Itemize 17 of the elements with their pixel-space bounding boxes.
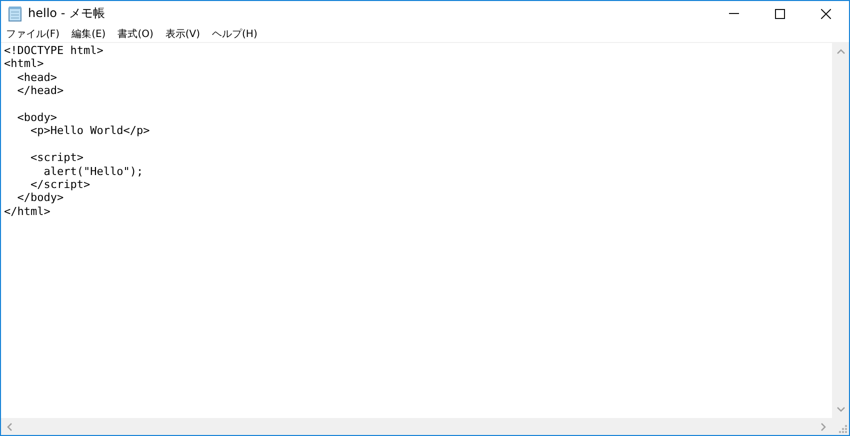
menu-item[interactable]: ファイル(F) bbox=[5, 27, 61, 41]
scroll-left-icon[interactable] bbox=[7, 422, 12, 430]
menu-item[interactable]: 書式(O) bbox=[116, 27, 154, 41]
scroll-up-icon[interactable] bbox=[836, 49, 844, 54]
close-icon[interactable] bbox=[821, 8, 831, 18]
vertical-scrollbar[interactable] bbox=[832, 43, 849, 418]
menu-item[interactable]: ヘルプ(H) bbox=[211, 27, 258, 41]
menu-item[interactable]: 表示(V) bbox=[164, 27, 202, 41]
resize-grip-icon[interactable] bbox=[838, 424, 847, 433]
horizontal-scrollbar[interactable] bbox=[1, 418, 832, 435]
text-editor[interactable]: <!DOCTYPE html> <html> <head> </head> <body> <p>Hello World</p> <script> alert("Hello"); </script> </body> </html> bbox=[1, 43, 832, 418]
menu-item[interactable]: 編集(E) bbox=[70, 27, 107, 41]
window-title: hello - メモ帳 bbox=[28, 5, 105, 22]
scroll-down-icon[interactable] bbox=[836, 407, 844, 412]
notepad-icon bbox=[8, 6, 22, 22]
maximize-icon[interactable] bbox=[775, 8, 785, 18]
scroll-right-icon[interactable] bbox=[821, 422, 826, 430]
